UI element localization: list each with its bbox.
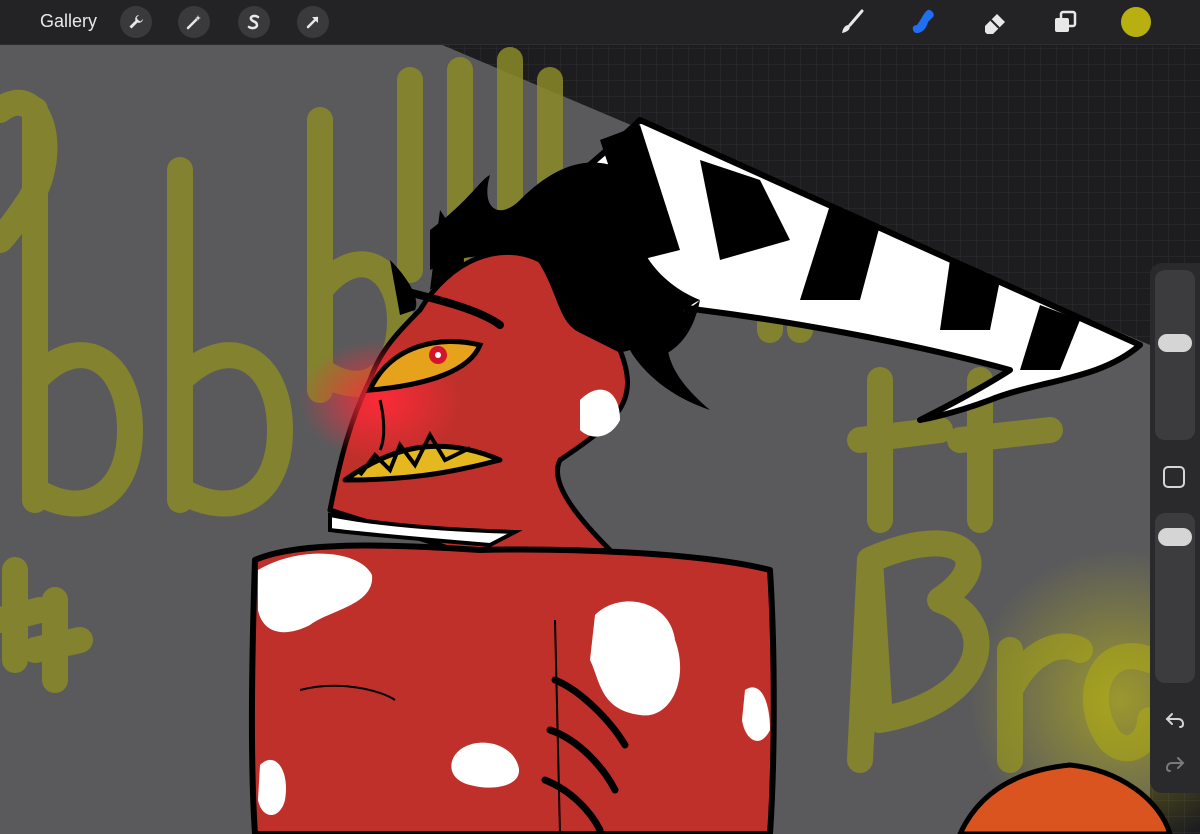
gallery-button[interactable]: Gallery — [40, 11, 97, 32]
color-picker-swatch[interactable] — [1121, 7, 1151, 37]
modify-button[interactable] — [1163, 466, 1185, 488]
wrench-icon[interactable] — [120, 6, 152, 38]
brush-size-knob[interactable] — [1158, 334, 1192, 353]
drawing-canvas[interactable] — [0, 0, 1200, 834]
magic-wand-icon[interactable] — [178, 6, 210, 38]
opacity-knob[interactable] — [1158, 527, 1192, 546]
smudge-icon[interactable] — [909, 7, 939, 37]
selection-s-icon[interactable] — [238, 6, 270, 38]
transform-arrow-icon[interactable] — [297, 6, 329, 38]
brush-icon[interactable] — [837, 7, 867, 37]
layers-icon[interactable] — [1050, 7, 1080, 37]
undo-icon[interactable] — [1160, 705, 1190, 735]
redo-icon[interactable] — [1160, 749, 1190, 779]
top-toolbar: Gallery — [0, 0, 1200, 45]
eraser-icon[interactable] — [980, 7, 1010, 37]
side-toolbar — [1150, 263, 1200, 793]
brush-size-slider[interactable] — [1155, 270, 1195, 440]
opacity-slider[interactable] — [1155, 513, 1195, 683]
